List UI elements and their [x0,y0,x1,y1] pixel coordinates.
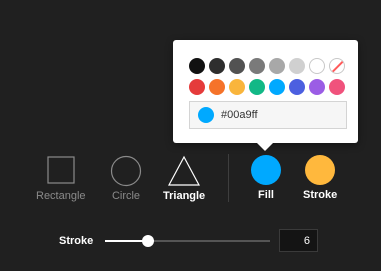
circle-icon [110,155,142,187]
fill-color-button[interactable] [251,155,281,185]
color-swatch[interactable] [269,58,285,74]
popover-arrow [256,142,274,151]
color-swatch[interactable] [289,58,305,74]
color-swatch[interactable] [309,58,325,74]
color-swatch[interactable] [309,79,325,95]
fill-label: Fill [258,189,274,201]
circle-label: Circle [111,190,141,202]
no-color-swatch[interactable] [329,58,345,74]
color-swatch[interactable] [249,79,265,95]
hex-color-value[interactable]: #00a9ff [221,109,258,121]
color-swatch[interactable] [229,58,245,74]
color-swatch[interactable] [329,79,345,95]
circle-tool[interactable]: Circle [110,155,142,202]
rectangle-icon [47,156,75,184]
color-picker-popover: #00a9ff [173,40,358,143]
rectangle-tool[interactable]: Rectangle [36,156,86,202]
current-color-preview [198,107,214,123]
stroke-color-tool[interactable]: Stroke [303,155,337,201]
fill-color-tool[interactable]: Fill [251,155,281,201]
triangle-icon [168,155,201,186]
color-swatch[interactable] [209,58,225,74]
stroke-color-button[interactable] [305,155,336,185]
stroke-color-label: Stroke [303,189,338,201]
color-swatch[interactable] [189,58,205,74]
stroke-width-label: Stroke [59,235,94,247]
triangle-tool[interactable]: Triangle [163,155,205,202]
color-swatch[interactable] [269,79,285,95]
color-swatch[interactable] [289,79,305,95]
color-swatch[interactable] [189,79,205,95]
toolbar-divider [228,154,229,202]
hex-color-field[interactable]: #00a9ff [189,101,347,129]
color-swatch-grid [189,58,345,95]
color-swatch[interactable] [209,79,225,95]
triangle-label: Triangle [163,190,206,202]
stroke-width-input[interactable] [279,229,318,252]
color-swatch[interactable] [229,79,245,95]
stroke-width-slider[interactable] [105,235,270,247]
color-swatch[interactable] [249,58,265,74]
slider-thumb[interactable] [142,235,154,247]
rectangle-label: Rectangle [36,190,86,202]
